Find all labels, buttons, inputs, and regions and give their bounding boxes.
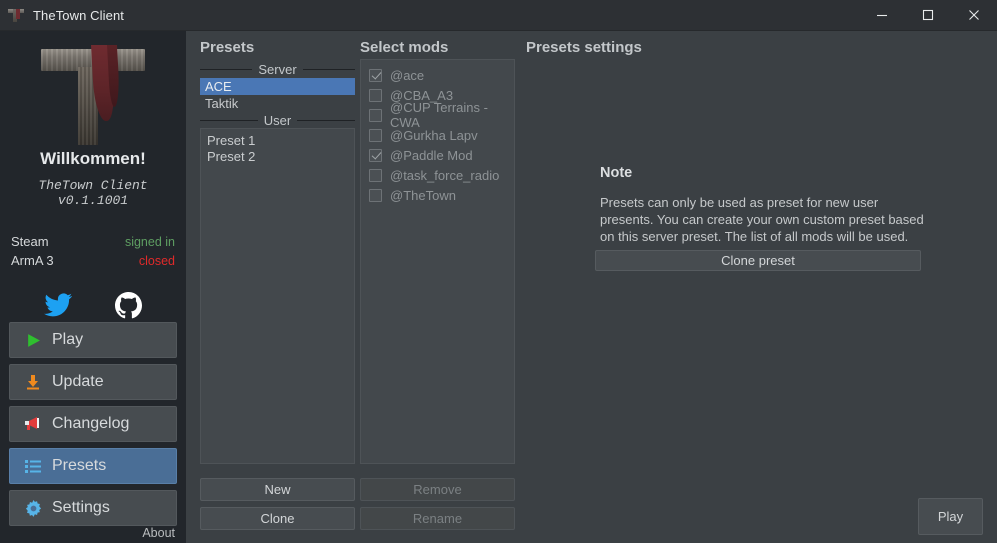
clone-preset-list-button[interactable]: Clone [200, 507, 355, 530]
checkbox[interactable] [369, 128, 382, 142]
sidebar-nav: Play Update Changelog Presets Settings [9, 322, 177, 526]
sidebar-item-update[interactable]: Update [9, 364, 177, 400]
mod-label: @TheTown [390, 187, 456, 203]
download-icon [20, 374, 46, 390]
main-content: Presets Server ACE Taktik User Preset 1 … [186, 31, 997, 543]
about-link[interactable]: About [9, 526, 177, 540]
maximize-icon[interactable] [905, 0, 951, 31]
list-item[interactable]: ACE [200, 78, 355, 95]
server-separator-label: Server [258, 62, 297, 77]
sidebar-label-changelog: Changelog [52, 415, 130, 432]
status-row-steam: Steam signed in [9, 232, 177, 251]
minimize-icon[interactable] [859, 0, 905, 31]
megaphone-icon [20, 416, 46, 432]
mod-row-paddle-mod[interactable]: @Paddle Mod [361, 145, 514, 165]
remove-preset-button[interactable]: Remove [360, 478, 515, 501]
clone-preset-button[interactable]: Clone preset [595, 250, 921, 271]
window-controls [859, 0, 997, 31]
sidebar-label-settings: Settings [52, 499, 110, 516]
play-icon [20, 333, 46, 348]
app-window: TheTown Client Willkommen! TheTown Clien… [0, 0, 997, 543]
list-item[interactable]: Preset 2 [201, 149, 354, 165]
mod-row-thetown[interactable]: @TheTown [361, 185, 514, 205]
version-label: TheTown Client v0.1.1001 [38, 178, 148, 208]
user-separator: User [200, 113, 356, 128]
mod-row-task-force-radio[interactable]: @task_force_radio [361, 165, 514, 185]
mod-label: @task_force_radio [390, 167, 500, 183]
welcome-heading: Willkommen! [40, 149, 146, 168]
mod-label: @Paddle Mod [390, 147, 473, 163]
status-row-arma3: ArmA 3 closed [9, 251, 177, 270]
sidebar-item-play[interactable]: Play [9, 322, 177, 358]
mod-label: @ace [390, 67, 425, 83]
mods-panel[interactable]: @ace @CBA_A3 @CUP Terrains - CWA @Gurkha… [360, 59, 515, 464]
app-icon [7, 6, 25, 24]
logo [9, 35, 177, 147]
gear-icon [20, 499, 46, 517]
list-icon [20, 459, 46, 473]
mod-row-cup-terrains-cwa[interactable]: @CUP Terrains - CWA [361, 100, 514, 130]
checkbox[interactable] [369, 68, 382, 82]
play-button[interactable]: Play [918, 498, 983, 535]
list-item[interactable]: Taktik [200, 95, 355, 112]
sidebar-label-play: Play [52, 331, 84, 348]
note-title: Note [600, 165, 633, 181]
close-icon[interactable] [951, 0, 997, 31]
github-icon[interactable] [113, 290, 143, 320]
social-links [9, 290, 177, 320]
checkbox[interactable] [369, 88, 382, 102]
sidebar-item-changelog[interactable]: Changelog [9, 406, 177, 442]
mod-label: @CUP Terrains - CWA [390, 100, 488, 130]
status-label-steam: Steam [11, 234, 49, 249]
server-presets-list: ACE Taktik [200, 78, 355, 112]
presets-settings-title: Presets settings [526, 39, 642, 56]
user-presets-panel[interactable]: Preset 1 Preset 2 [200, 128, 355, 464]
checkbox[interactable] [369, 168, 382, 182]
rename-preset-button[interactable]: Rename [360, 507, 515, 530]
mod-row-ace[interactable]: @ace [361, 65, 514, 85]
user-separator-label: User [263, 113, 292, 128]
mod-label: @Gurkha Lapv [390, 127, 478, 143]
list-item[interactable]: Preset 1 [201, 133, 354, 149]
presets-title: Presets [200, 39, 255, 56]
status-label-arma3: ArmA 3 [11, 253, 54, 268]
status-value-arma3: closed [138, 254, 175, 268]
title-bar: TheTown Client [0, 0, 997, 31]
window-title: TheTown Client [33, 7, 124, 23]
sidebar-label-presets: Presets [52, 457, 107, 474]
mods-title: Select mods [360, 39, 449, 56]
checkbox[interactable] [369, 188, 382, 202]
server-separator: Server [200, 62, 356, 77]
checkbox[interactable] [369, 108, 382, 122]
status-list: Steam signed in ArmA 3 closed [9, 232, 177, 270]
status-value-steam: signed in [124, 235, 175, 249]
sidebar-item-settings[interactable]: Settings [9, 490, 177, 526]
sidebar: Willkommen! TheTown Client v0.1.1001 Ste… [0, 31, 186, 543]
sidebar-label-update: Update [52, 373, 104, 390]
new-preset-button[interactable]: New [200, 478, 355, 501]
sidebar-item-presets[interactable]: Presets [9, 448, 177, 484]
twitter-icon[interactable] [43, 290, 73, 320]
checkbox[interactable] [369, 148, 382, 162]
note-body: Presets can only be used as preset for n… [600, 195, 924, 244]
